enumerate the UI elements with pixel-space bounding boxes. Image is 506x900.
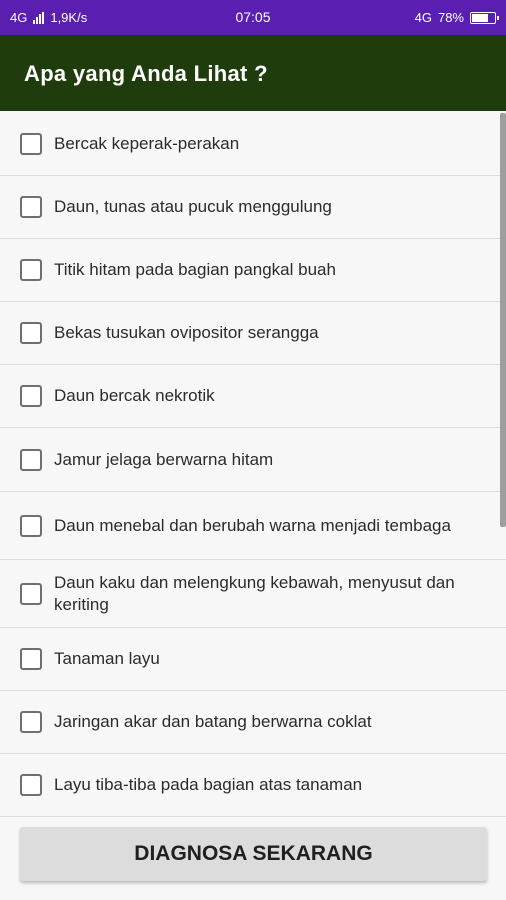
app-bar: Apa yang Anda Lihat ? [0, 35, 506, 111]
checkbox[interactable] [20, 196, 42, 218]
checkbox[interactable] [20, 385, 42, 407]
option-label: Jamur jelaga berwarna hitam [54, 449, 274, 469]
list-item[interactable]: Titik hitam pada bagian pangkal buah [0, 239, 506, 302]
list-item[interactable]: Daun kaku dan melengkung kebawah, menyus… [0, 560, 506, 628]
checkbox[interactable] [20, 514, 42, 537]
battery-icon [470, 11, 499, 24]
checkbox[interactable] [20, 448, 42, 471]
option-label: Titik hitam pada bagian pangkal buah [54, 260, 336, 279]
list-item[interactable]: Layu tiba-tiba pada bagian atas tanaman [0, 754, 506, 817]
checkbox[interactable] [20, 259, 42, 281]
list-item[interactable]: Jamur jelaga berwarna hitam [0, 428, 506, 492]
list-item[interactable]: Daun, tunas atau pucuk menggulung [0, 176, 506, 239]
option-label: Daun, tunas atau pucuk menggulung [54, 197, 332, 216]
network-type-right: 4G [414, 10, 432, 25]
list-item[interactable]: Daun bercak nekrotik [0, 365, 506, 428]
list-item[interactable]: Bekas tusukan ovipositor serangga [0, 302, 506, 365]
list-item[interactable]: Bercak keperak-perakan [0, 112, 506, 176]
status-right: 4G 78% [414, 10, 499, 25]
option-label: Daun kaku dan melengkung kebawah, menyus… [54, 572, 455, 614]
list-item[interactable]: Tanaman layu [0, 628, 506, 691]
list-item[interactable]: Jaringan akar dan batang berwarna coklat [0, 691, 506, 754]
option-label: Tanaman layu [54, 649, 160, 668]
page-title: Apa yang Anda Lihat ? [24, 61, 268, 86]
scrollbar[interactable] [500, 113, 506, 527]
checkbox[interactable] [20, 322, 42, 344]
option-label: Daun bercak nekrotik [54, 386, 215, 405]
option-label: Bercak keperak-perakan [54, 133, 240, 153]
status-bar: 4G 1,9K/s 07:05 4G 78% [0, 0, 506, 35]
checkbox[interactable] [20, 582, 42, 605]
option-label: Daun menebal dan berubah warna menjadi t… [54, 515, 451, 535]
option-label: Layu tiba-tiba pada bagian atas tanaman [54, 775, 363, 794]
checkbox[interactable] [20, 711, 42, 733]
option-label: Jaringan akar dan batang berwarna coklat [54, 712, 372, 731]
checkbox[interactable] [20, 774, 42, 796]
checkbox[interactable] [20, 648, 42, 670]
symptom-list: Bercak keperak-perakan Daun, tunas atau … [0, 112, 506, 817]
checkbox[interactable] [20, 132, 42, 155]
list-item[interactable]: Daun menebal dan berubah warna menjadi t… [0, 492, 506, 560]
option-label: Bekas tusukan ovipositor serangga [54, 323, 319, 342]
battery-percent: 78% [437, 10, 464, 25]
diagnose-button[interactable]: DIAGNOSA SEKARANG [20, 827, 487, 881]
